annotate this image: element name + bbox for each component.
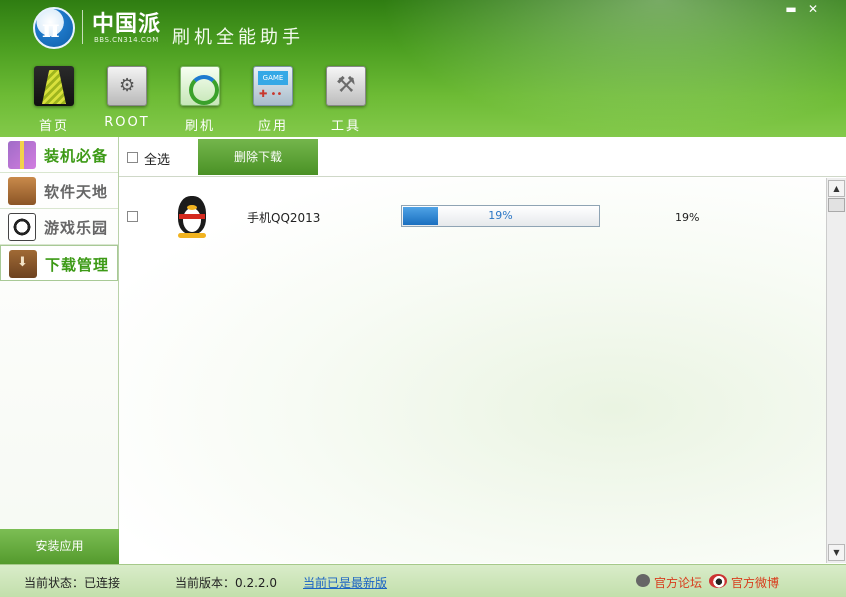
delete-downloads-button[interactable]: 删除下载: [198, 139, 318, 175]
nav-flash[interactable]: 刷机: [175, 66, 225, 134]
sidebar-item-label: 装机必备: [44, 147, 109, 165]
nav-apps[interactable]: 应用: [248, 66, 298, 134]
close-button[interactable]: ✕: [802, 2, 824, 16]
sidebar: 装机必备 软件天地 游戏乐园 下载管理: [0, 137, 119, 564]
header-glow: [380, 0, 846, 137]
sidebar-item-label: 下载管理: [45, 256, 110, 274]
row-checkbox[interactable]: [127, 211, 138, 222]
nav-root[interactable]: ROOT: [102, 66, 152, 134]
latest-version-link[interactable]: 当前已是最新版: [303, 574, 387, 591]
safe-icon: [107, 66, 147, 106]
vertical-scrollbar[interactable]: ▲ ▼: [826, 178, 846, 563]
scroll-up-arrow-icon[interactable]: ▲: [828, 180, 845, 197]
status-bar: 当前状态：已连接 当前版本：0.2.2.0 当前已是最新版 官方论坛 官方微博: [0, 564, 846, 597]
scroll-down-arrow-icon[interactable]: ▼: [828, 544, 845, 561]
weibo-icon: [709, 574, 727, 588]
qq-penguin-icon: [174, 196, 210, 238]
refresh-disc-icon: [180, 66, 220, 106]
logo-icon: π: [33, 7, 75, 49]
sidebar-item-downloads[interactable]: 下载管理: [0, 245, 118, 281]
forum-icon: [636, 574, 650, 587]
app-title: 刷机全能助手: [172, 27, 304, 48]
gift-icon: [8, 141, 36, 169]
nav-home-label: 首页: [38, 119, 69, 134]
soccer-ball-icon: [8, 213, 36, 241]
title-bar: π 中国派 BBS.CN314.COM 刷机全能助手 ▬ ✕ 首页 ROOT 刷…: [0, 0, 846, 137]
necktie-icon: [34, 66, 74, 106]
tools-icon: [326, 66, 366, 106]
download-list: 手机QQ2013 19% 19%: [119, 178, 826, 563]
sidebar-item-games[interactable]: 游戏乐园: [0, 209, 118, 245]
download-status: 19%: [675, 211, 700, 224]
nav-tools[interactable]: 工具: [321, 66, 371, 134]
official-weibo-link[interactable]: 官方微博: [731, 574, 779, 591]
download-box-icon: [9, 250, 37, 278]
nav-flash-label: 刷机: [184, 119, 215, 134]
logo-divider: [82, 10, 83, 44]
app-name: 手机QQ2013: [247, 211, 321, 225]
sidebar-item-essentials[interactable]: 装机必备: [0, 137, 118, 173]
connection-status: 当前状态：已连接: [24, 576, 121, 590]
select-all-label[interactable]: 全选: [144, 149, 170, 168]
brand-name: 中国派: [92, 11, 162, 37]
list-item: 手机QQ2013 19% 19%: [119, 178, 826, 256]
sidebar-item-software[interactable]: 软件天地: [0, 173, 118, 209]
game-console-icon: [253, 66, 293, 106]
install-apps-button[interactable]: 安装应用: [0, 529, 119, 564]
nav-tools-label: 工具: [330, 119, 361, 134]
briefcase-icon: [8, 177, 36, 205]
sidebar-item-label: 软件天地: [44, 183, 109, 201]
official-forum-link[interactable]: 官方论坛: [654, 574, 702, 591]
nav-root-label: ROOT: [104, 115, 150, 130]
brand-url: BBS.CN314.COM: [94, 36, 159, 44]
nav-home[interactable]: 首页: [29, 66, 79, 134]
version-text: 当前版本：0.2.2.0: [175, 576, 277, 590]
minimize-button[interactable]: ▬: [780, 2, 802, 16]
nav-apps-label: 应用: [257, 119, 288, 134]
download-progress-bar: 19%: [401, 205, 600, 227]
progress-label: 19%: [488, 209, 513, 222]
sidebar-item-label: 游戏乐园: [44, 219, 109, 237]
scroll-thumb[interactable]: [828, 198, 845, 212]
download-toolbar: 全选 删除下载: [119, 137, 846, 177]
select-all-checkbox[interactable]: [127, 152, 138, 163]
